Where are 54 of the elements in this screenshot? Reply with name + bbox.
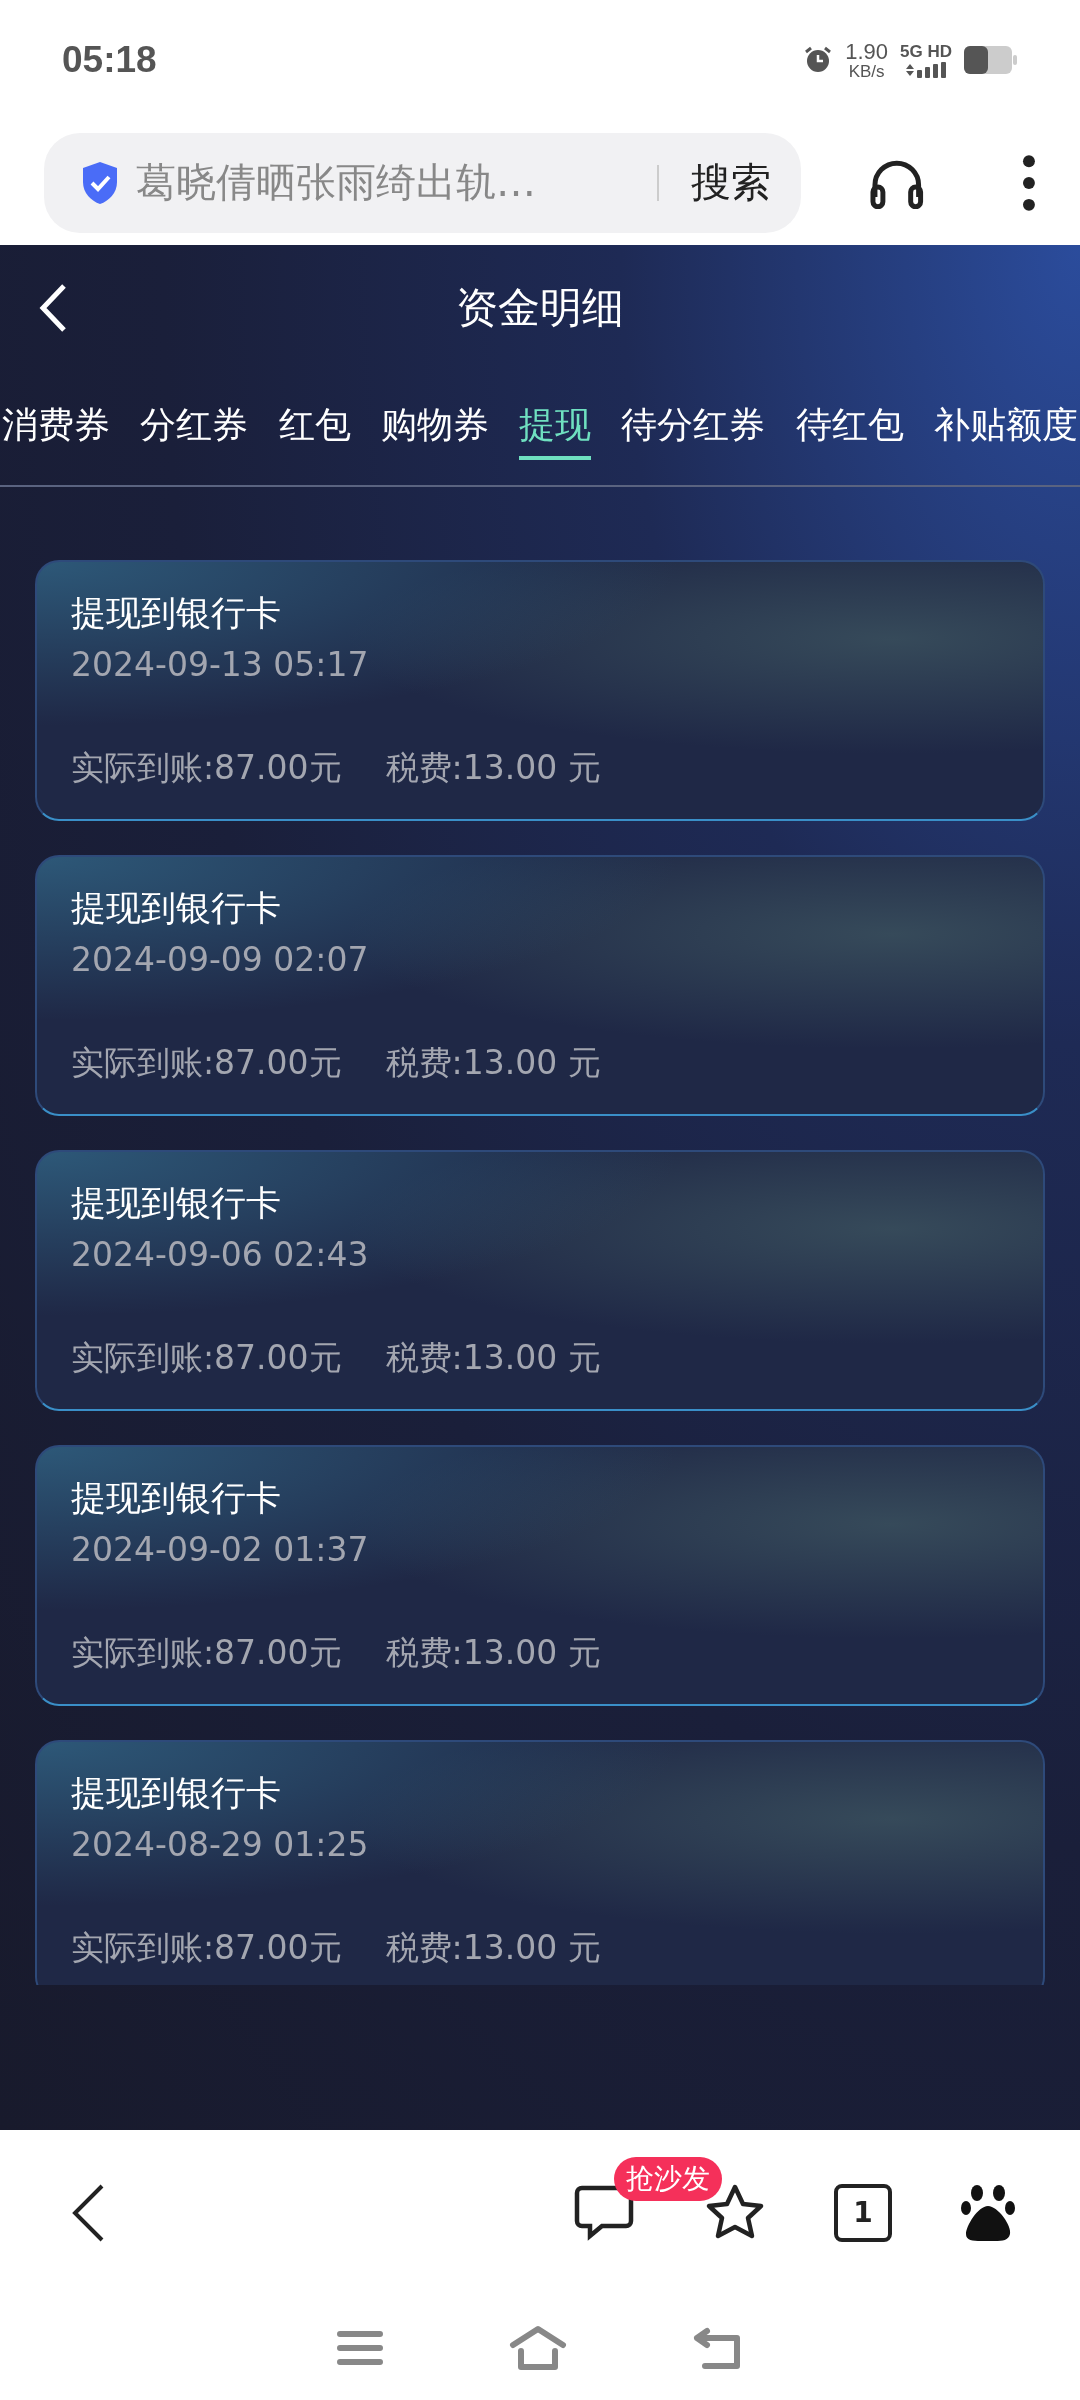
page-title: 资金明细 <box>456 281 624 334</box>
search-button[interactable]: 搜索 <box>674 155 771 210</box>
menu-icon[interactable] <box>337 2329 383 2366</box>
back-icon[interactable] <box>38 283 68 333</box>
record-card[interactable]: 提现到银行卡 2024-09-06 02:43 实际到账:87.00元 税费:13.00 元 <box>35 1150 1045 1411</box>
tab[interactable]: 提现 <box>519 395 592 460</box>
home-icon[interactable] <box>509 2324 567 2371</box>
address-bar[interactable]: 葛晓倩晒张雨绮出轨… 搜索 <box>44 132 801 233</box>
record-card[interactable]: 提现到银行卡 2024-08-29 01:25 实际到账:87.00元 税费:13.00 元 <box>35 1740 1045 1985</box>
received-amount: 实际到账:87.00元 <box>71 747 342 789</box>
comment-badge: 抢沙发 <box>614 2156 722 2201</box>
record-title: 提现到银行卡 <box>71 1477 281 1520</box>
net-speed-unit: KB/s <box>848 62 885 80</box>
record-title: 提现到银行卡 <box>71 1772 281 1815</box>
back-icon[interactable] <box>70 2182 106 2243</box>
alarm-icon <box>803 45 834 75</box>
record-title: 提现到银行卡 <box>71 887 281 930</box>
more-options-icon[interactable] <box>1022 153 1036 212</box>
tab[interactable]: 待红包 <box>795 395 904 460</box>
received-amount: 实际到账:87.00元 <box>71 1042 342 1084</box>
tax-fee: 税费:13.00 元 <box>385 1042 601 1084</box>
signal-icon <box>904 61 948 78</box>
tab[interactable]: 消费券 <box>2 395 110 460</box>
network-type: 5G HD <box>900 42 952 60</box>
record-card[interactable]: 提现到银行卡 2024-09-02 01:37 实际到账:87.00元 税费:13.00 元 <box>35 1445 1045 1706</box>
received-amount: 实际到账:87.00元 <box>71 1927 342 1969</box>
shield-icon <box>80 159 120 206</box>
search-query: 葛晓倩晒张雨绮出轨… <box>136 158 537 207</box>
tab[interactable]: 待分红券 <box>621 395 766 460</box>
tax-fee: 税费:13.00 元 <box>385 1927 601 1969</box>
tax-fee: 税费:13.00 元 <box>385 1337 601 1379</box>
record-time: 2024-09-09 02:07 <box>71 940 369 979</box>
tax-fee: 税费:13.00 元 <box>385 1632 601 1674</box>
net-speed: 1.90 <box>845 40 889 63</box>
record-title: 提现到银行卡 <box>71 592 281 635</box>
record-time: 2024-08-29 01:25 <box>71 1825 369 1864</box>
tab[interactable]: 分红券 <box>140 395 249 460</box>
battery-icon <box>964 46 1018 74</box>
record-time: 2024-09-06 02:43 <box>71 1235 369 1274</box>
record-time: 2024-09-02 01:37 <box>71 1530 369 1569</box>
tab[interactable]: 红包 <box>278 395 351 460</box>
record-title: 提现到银行卡 <box>71 1182 281 1225</box>
tab[interactable]: 补贴额度 <box>933 395 1078 460</box>
tab-count-button[interactable]: 1 <box>834 2183 892 2242</box>
return-icon[interactable] <box>693 2326 743 2369</box>
record-card[interactable]: 提现到银行卡 2024-09-13 05:17 实际到账:87.00元 税费:13.00 元 <box>35 560 1045 821</box>
record-card[interactable]: 提现到银行卡 2024-09-09 02:07 实际到账:87.00元 税费:13.00 元 <box>35 855 1045 1116</box>
received-amount: 实际到账:87.00元 <box>71 1632 342 1674</box>
tab[interactable]: 购物券 <box>380 395 489 460</box>
tax-fee: 税费:13.00 元 <box>385 747 601 789</box>
record-time: 2024-09-13 05:17 <box>71 645 369 684</box>
received-amount: 实际到账:87.00元 <box>71 1337 342 1379</box>
status-time: 05:18 <box>62 39 157 81</box>
paw-icon[interactable] <box>960 2183 1016 2242</box>
